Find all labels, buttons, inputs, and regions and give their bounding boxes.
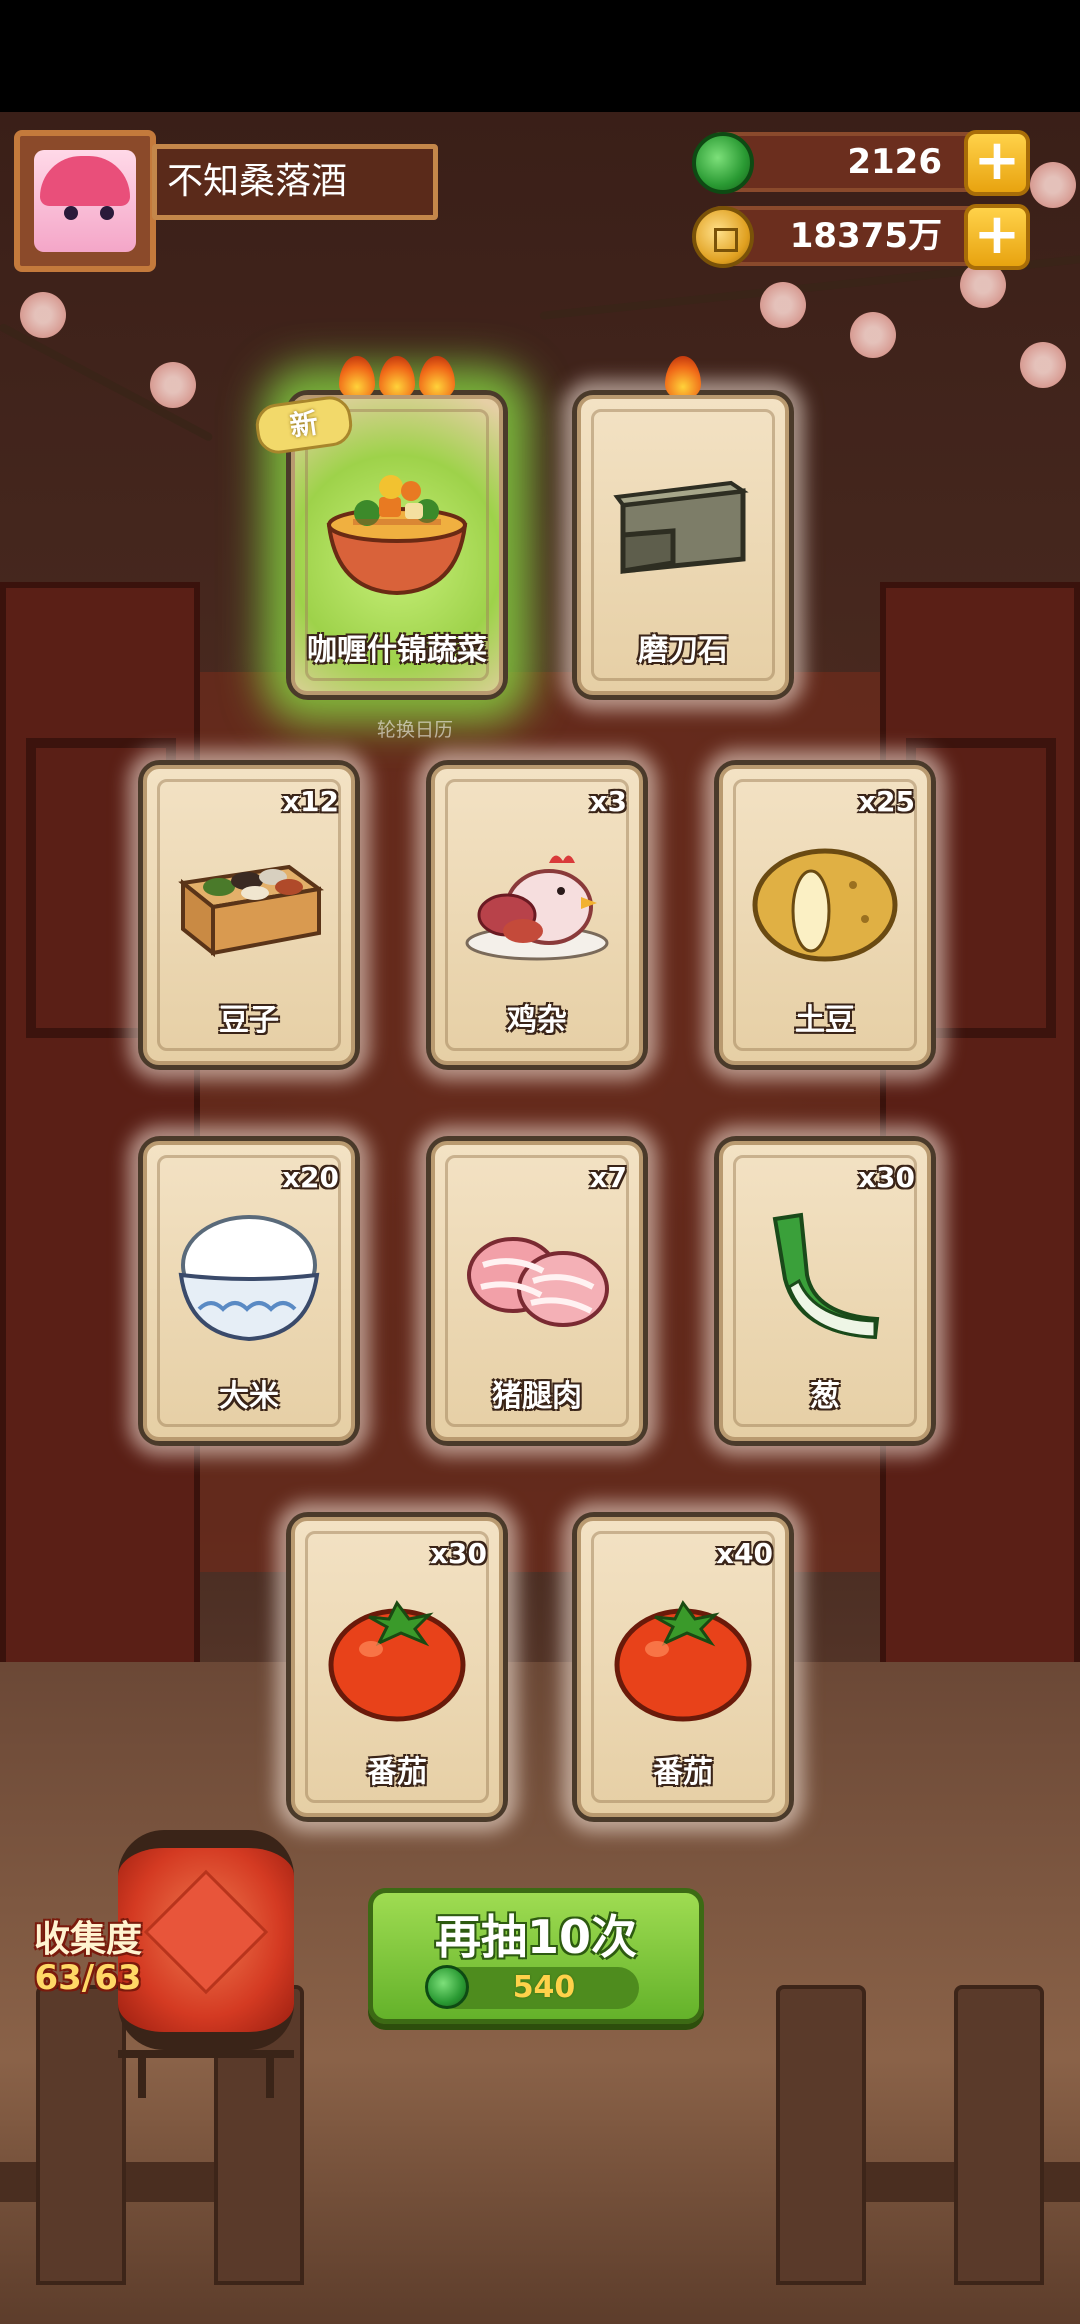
player-avatar[interactable] [14, 130, 156, 272]
card-tomato[interactable]: x30 番茄 [286, 1512, 508, 1822]
flame-icon [379, 356, 415, 400]
card-count: x7 [589, 1161, 627, 1194]
pork-leg-icon [467, 1237, 609, 1328]
tomato-icon [328, 1600, 466, 1722]
whetstone-icon [613, 481, 749, 575]
card-beans[interactable]: x12 豆子 [138, 760, 360, 1070]
fence-post [954, 1985, 1044, 2285]
blossom [20, 292, 66, 338]
coin-balance: 18375万 + [692, 204, 1030, 270]
card-count: x30 [429, 1537, 487, 1570]
card-count: x3 [589, 785, 627, 818]
add-coins-button[interactable]: + [964, 204, 1030, 270]
add-jade-button[interactable]: + [964, 130, 1030, 196]
card-name: 土豆 [795, 1003, 855, 1038]
collection-label: 收集度 [33, 1919, 142, 1960]
card-name: 番茄 [653, 1755, 713, 1790]
card-count: x12 [281, 785, 339, 818]
card-name: 猪腿肉 [492, 1379, 582, 1414]
blossom [760, 282, 806, 328]
card-chicken-giblets[interactable]: x3 鸡杂 [426, 760, 648, 1070]
card-tomato[interactable]: x40 番茄 [572, 1512, 794, 1822]
avatar-eye [100, 206, 114, 220]
jade-balance: 2126 + [692, 130, 1030, 196]
flame-icon [665, 356, 701, 400]
flame-icon [339, 356, 375, 400]
blossom [1020, 342, 1066, 388]
blossom [1030, 162, 1076, 208]
blossom [850, 312, 896, 358]
card-count: x40 [715, 1537, 773, 1570]
card-count: x25 [857, 785, 915, 818]
card-name: 咖喱什锦蔬菜 [307, 633, 487, 668]
draw-again-button[interactable]: 再抽10次 540 [368, 1888, 704, 2024]
card-name: 豆子 [219, 1003, 279, 1038]
card-featured-curry[interactable]: 咖喱什锦蔬菜 新 [252, 356, 508, 700]
fence-post [776, 1985, 866, 2285]
card-pork-leg[interactable]: x7 猪腿肉 [426, 1136, 648, 1446]
card-featured-whetstone[interactable]: 磨刀石 [572, 356, 794, 700]
jade-icon [692, 132, 754, 194]
rarity-flames [665, 356, 701, 400]
card-count: x30 [857, 1161, 915, 1194]
tomato-icon [614, 1600, 752, 1722]
card-name: 葱 [810, 1379, 840, 1414]
curry-vegetable-bowl-icon [326, 475, 468, 596]
jade-icon [425, 1965, 469, 2009]
card-scallion[interactable]: x30 葱 [714, 1136, 936, 1446]
flame-icon [419, 356, 455, 400]
collection-value: 63/63 [34, 1958, 142, 1998]
lantern-stand [118, 2050, 294, 2098]
fence-post [36, 1985, 126, 2285]
rarity-flames [339, 356, 455, 400]
coin-value: 18375万 [789, 216, 942, 256]
blossom [150, 362, 196, 408]
card-potato[interactable]: x25 土豆 [714, 760, 936, 1070]
rotation-calendar-label[interactable]: 轮换日历 [360, 715, 470, 742]
player-name: 不知桑落酒 [152, 144, 438, 220]
avatar-eye [64, 206, 78, 220]
card-name: 大米 [219, 1379, 279, 1414]
scallion-icon [772, 1213, 880, 1340]
jade-value: 2126 [847, 142, 942, 182]
card-name: 鸡杂 [507, 1003, 567, 1038]
card-name: 磨刀石 [638, 633, 728, 668]
rice-bowl-icon [178, 1215, 320, 1342]
chicken-giblets-icon [465, 855, 609, 961]
card-count: x20 [281, 1161, 339, 1194]
beans-box-icon [178, 865, 324, 958]
draw-again-label: 再抽10次 [434, 1910, 637, 1964]
card-rice[interactable]: x20 大米 [138, 1136, 360, 1446]
potato-icon [752, 848, 898, 962]
draw-cost: 540 [512, 1970, 576, 2005]
card-name: 番茄 [367, 1755, 427, 1790]
coin-icon [692, 206, 754, 268]
